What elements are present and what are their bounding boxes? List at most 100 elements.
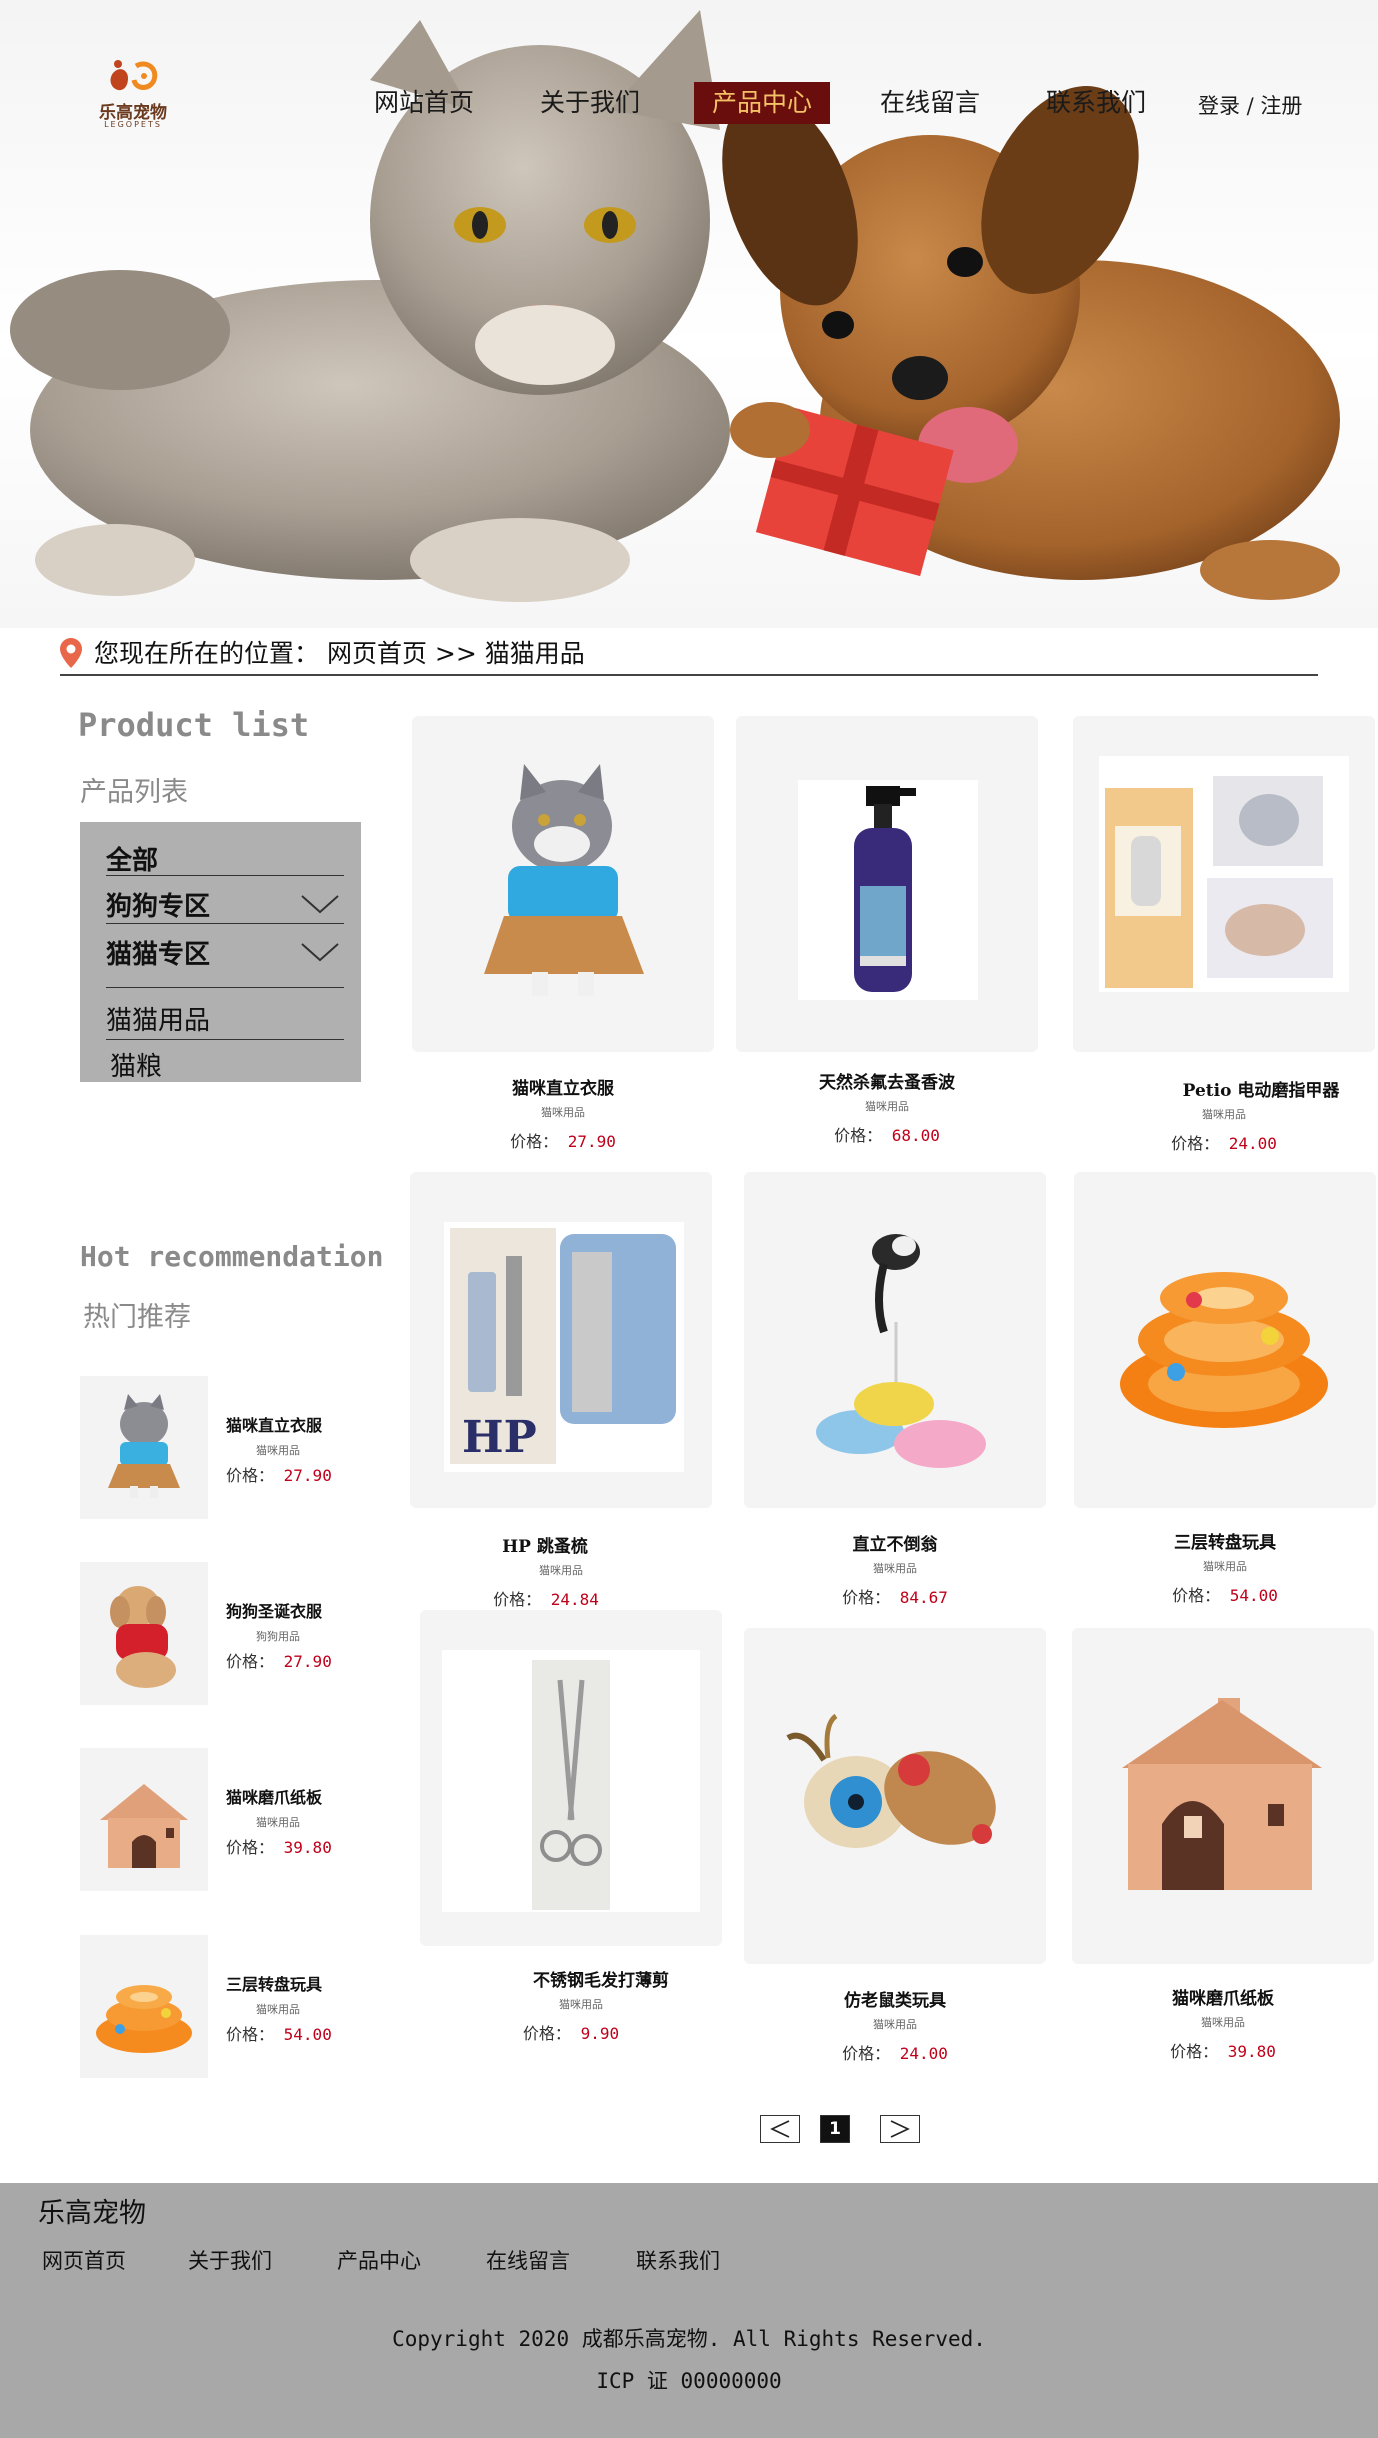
price-label: 价格： — [842, 1588, 891, 1607]
product-price: 价格： 9.90 — [420, 2020, 722, 2044]
footer-icp: ICP 证 00000000 — [596, 2369, 782, 2393]
price-value: 24.00 — [899, 2044, 948, 2063]
footer-link-products[interactable]: 产品中心 — [337, 2245, 421, 2275]
product-card-image[interactable] — [1073, 716, 1375, 1052]
price-label: 价格： — [1170, 2042, 1219, 2061]
price-value: 39.80 — [1227, 2042, 1276, 2061]
nav-about[interactable]: 关于我们 — [540, 82, 640, 124]
product-price: 价格： 39.80 — [1072, 2038, 1374, 2062]
price-label: 价格： — [226, 2025, 275, 2044]
price-label: 价格： — [842, 2044, 891, 2063]
product-price: 价格： 24.00 — [744, 2040, 1046, 2064]
footer-brand: 乐高宠物 — [38, 2198, 146, 2229]
product-name[interactable]: 仿老鼠类玩具 — [744, 1986, 1046, 2011]
price-label: 价格： — [226, 1652, 275, 1671]
price-label: 价格： — [522, 2024, 571, 2043]
brand-logo[interactable]: 乐高宠物 LEGOPETS — [88, 58, 178, 134]
price-value: 27.90 — [283, 1652, 332, 1671]
breadcrumb-text[interactable]: 您现在所在的位置： 网页首页 >> 猫猫用品 — [94, 634, 585, 670]
nav-home[interactable]: 网站首页 — [374, 82, 474, 124]
footer-link-messages[interactable]: 在线留言 — [486, 2245, 570, 2275]
product-name[interactable]: 直立不倒翁 — [744, 1530, 1046, 1555]
category-cat-food[interactable]: 猫粮 — [106, 1044, 344, 1082]
price-label: 价格： — [226, 1838, 275, 1857]
product-category: 猫咪用品 — [873, 2018, 917, 2031]
product-card-image[interactable] — [736, 716, 1038, 1052]
price-value: 24.84 — [550, 1590, 599, 1609]
product-card-image[interactable] — [744, 1172, 1046, 1508]
product-category: 猫咪用品 — [1202, 1108, 1246, 1121]
mouse-toys-image — [786, 1713, 996, 1848]
category-cat-supplies[interactable]: 猫猫用品 — [106, 996, 344, 1040]
login-register-link[interactable]: 登录 / 注册 — [1198, 90, 1302, 120]
product-list-title-cn: 产品列表 — [80, 777, 188, 808]
price-label: 价格： — [493, 1590, 542, 1609]
product-category: 猫咪用品 — [1201, 2016, 1245, 2029]
product-thumbnail[interactable] — [80, 1935, 208, 2078]
product-name[interactable]: 猫咪直立衣服 — [412, 1074, 714, 1099]
hot-item-price: 价格： 39.80 — [226, 1834, 332, 1858]
site-footer: 乐高宠物 网页首页 关于我们 产品中心 在线留言 联系我们 Copyright … — [0, 2183, 1378, 2438]
product-price: 价格： 68.00 — [736, 1122, 1038, 1146]
category-cats[interactable]: 猫猫专区 — [106, 934, 344, 988]
product-thumbnail[interactable] — [80, 1376, 208, 1519]
hot-item[interactable]: 三层转盘玩具 猫咪用品 价格： 54.00 — [80, 1935, 370, 2080]
chevron-right-icon — [890, 2120, 910, 2138]
footer-link-contact[interactable]: 联系我们 — [636, 2245, 720, 2275]
nav-products[interactable]: 产品中心 — [694, 82, 831, 124]
hot-item[interactable]: 猫咪磨爪纸板 猫咪用品 价格： 39.80 — [80, 1748, 370, 1893]
product-name[interactable]: HP 跳蚤梳 — [410, 1532, 680, 1557]
product-name[interactable]: Petio 电动磨指甲器 — [1110, 1076, 1378, 1101]
three-tier-track-toy-image — [96, 1985, 192, 2053]
category-all[interactable]: 全部 — [106, 840, 344, 876]
footer-link-home[interactable]: 网页首页 — [42, 2245, 126, 2275]
cat-costume-image — [484, 764, 644, 996]
product-name[interactable]: 猫咪磨爪纸板 — [1072, 1984, 1374, 2009]
product-price: 价格： 24.84 — [395, 1586, 697, 1610]
product-card-image[interactable] — [1072, 1628, 1374, 1964]
price-value: 68.00 — [891, 1126, 940, 1145]
brand-name-en: LEGOPETS — [104, 120, 162, 129]
cat-costume-image — [108, 1394, 180, 1498]
prev-page-button[interactable] — [760, 2115, 800, 2143]
tumbler-toy-image — [816, 1234, 986, 1468]
cardboard-house-image — [1122, 1698, 1322, 1890]
footer-link-about[interactable]: 关于我们 — [188, 2245, 272, 2275]
cat-and-dog-banner-image — [10, 10, 1340, 602]
hot-item-name: 狗狗圣诞衣服 — [226, 1602, 323, 1621]
product-card-image[interactable] — [420, 1610, 722, 1946]
product-name[interactable]: 三层转盘玩具 — [1074, 1528, 1376, 1553]
category-dogs[interactable]: 狗狗专区 — [106, 886, 344, 924]
product-thumbnail[interactable] — [80, 1562, 208, 1705]
product-price: 价格： 27.90 — [412, 1128, 714, 1152]
nav-contact[interactable]: 联系我们 — [1046, 82, 1146, 124]
cardboard-house-image — [100, 1784, 188, 1868]
nav-messages[interactable]: 在线留言 — [880, 82, 980, 124]
product-card-image[interactable] — [744, 1628, 1046, 1964]
hot-title-cn: 热门推荐 — [83, 1302, 191, 1333]
hot-item-category: 猫咪用品 — [256, 1816, 300, 1829]
hot-item-name: 猫咪直立衣服 — [226, 1416, 323, 1435]
hot-item[interactable]: 狗狗圣诞衣服 狗狗用品 价格： 27.90 — [80, 1562, 370, 1707]
product-price: 价格： 84.67 — [744, 1584, 1046, 1608]
product-card-image[interactable] — [412, 716, 714, 1052]
product-card-image[interactable]: HP — [410, 1172, 712, 1508]
product-card-image[interactable] — [1074, 1172, 1376, 1508]
price-value: 27.90 — [567, 1132, 616, 1151]
footer-copyright: Copyright 2020 成都乐高宠物. All Rights Reserv… — [392, 2327, 986, 2351]
product-name[interactable]: 天然杀氟去蚤香波 — [736, 1068, 1038, 1093]
product-category: 猫咪用品 — [865, 1100, 909, 1113]
product-name[interactable]: 不锈钢毛发打薄剪 — [450, 1966, 752, 1991]
hot-item-name: 猫咪磨爪纸板 — [226, 1788, 323, 1807]
hero-banner: 乐高宠物 LEGOPETS 网站首页 关于我们 产品中心 在线留言 联系我们 登… — [0, 0, 1378, 628]
hot-item[interactable]: 猫咪直立衣服 猫咪用品 价格： 27.90 — [80, 1376, 370, 1521]
product-price: 价格： 54.00 — [1074, 1582, 1376, 1606]
price-value: 54.00 — [283, 2025, 332, 2044]
price-label: 价格： — [226, 1466, 275, 1485]
next-page-button[interactable] — [880, 2115, 920, 2143]
product-thumbnail[interactable] — [80, 1748, 208, 1891]
page-number-current[interactable]: 1 — [820, 2115, 850, 2143]
price-label: 价格： — [1172, 1586, 1221, 1605]
chevron-down-icon — [301, 943, 339, 962]
product-category: 猫咪用品 — [541, 1106, 585, 1119]
